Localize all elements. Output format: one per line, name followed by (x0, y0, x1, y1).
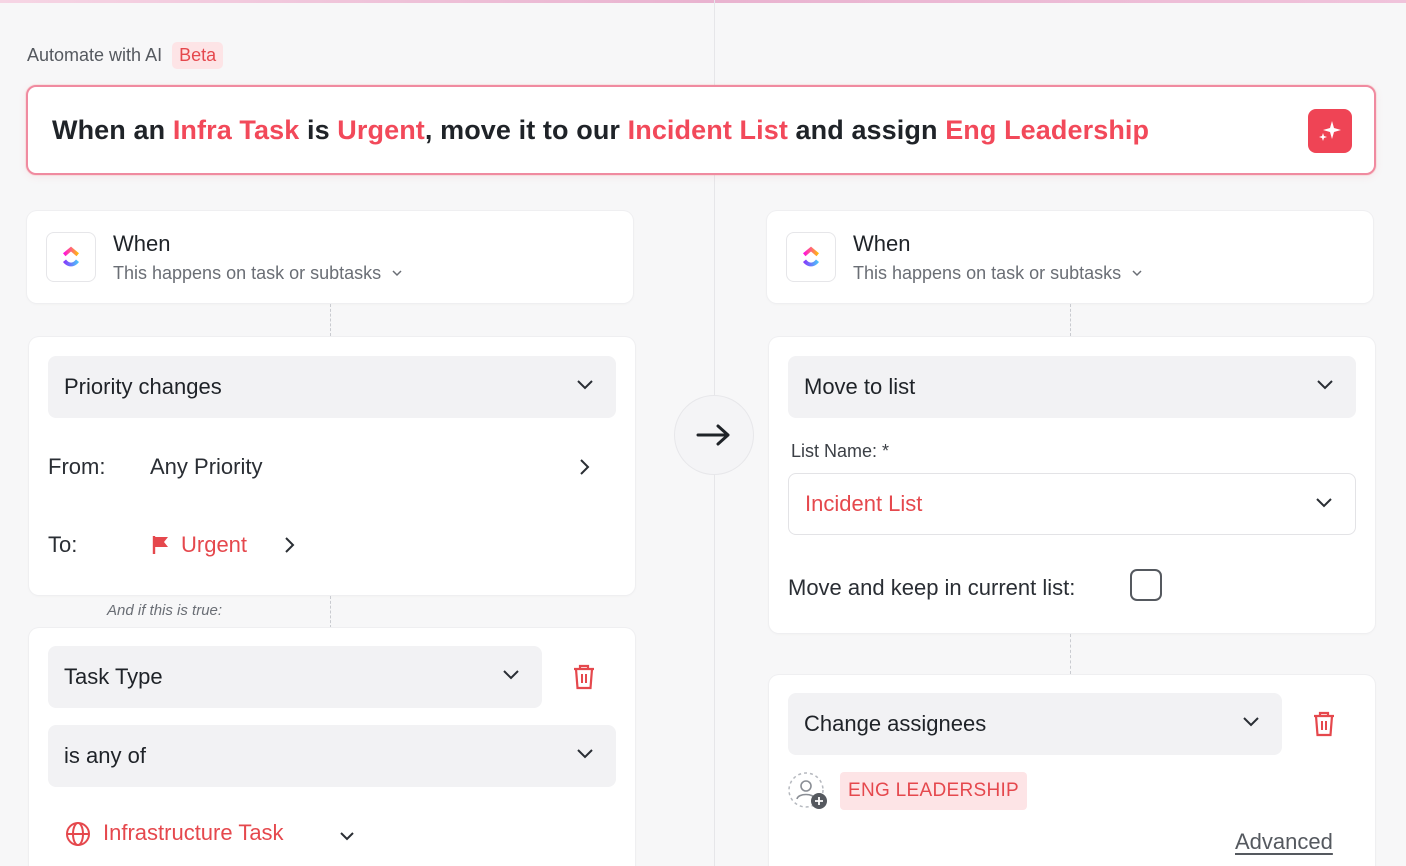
action-type-value: Move to list (804, 374, 916, 399)
chevron-down-icon (503, 670, 519, 680)
condition-value-picker[interactable]: Infrastructure Task (65, 818, 365, 852)
prompt-part: is (299, 114, 338, 145)
flow-connector (1070, 304, 1071, 336)
condition-operator-select[interactable]: is any of (48, 725, 616, 787)
change-assignees-card: Change assignees ENG LEADERSHIP Advanced (769, 675, 1375, 866)
event-type-select[interactable]: Priority changes (48, 356, 616, 418)
top-accent-bar (0, 0, 1406, 3)
chevron-right-icon (580, 459, 590, 475)
to-priority-value: Urgent (181, 532, 248, 557)
list-name-label: List Name: * (791, 441, 890, 461)
advanced-link[interactable]: Advanced (1235, 829, 1333, 855)
list-name-select[interactable]: Incident List (788, 473, 1356, 535)
chevron-down-icon (392, 270, 402, 277)
add-assignee-button[interactable] (787, 771, 831, 816)
prompt-highlight-priority: Urgent (337, 114, 425, 145)
left-condition-card: Task Type is any of Infrastructure Task (29, 628, 635, 866)
clickup-logo-icon (803, 246, 819, 267)
from-priority-picker[interactable]: Any Priority (150, 447, 600, 485)
trigger-scope-dropdown[interactable]: This happens on task or subtasks (113, 263, 403, 284)
flow-connector (1070, 634, 1071, 674)
chevron-down-icon (1132, 270, 1142, 277)
trigger-title: When (113, 230, 171, 256)
flow-arrow (674, 395, 754, 475)
trigger-scope-label: This happens on task or subtasks (853, 262, 1122, 283)
from-priority-value: Any Priority (150, 454, 263, 479)
trigger-title: When (853, 230, 911, 256)
add-user-icon (788, 772, 827, 809)
ai-header-title: Automate with AI (27, 44, 163, 65)
condition-field-select[interactable]: Task Type (48, 646, 542, 708)
move-to-list-card: Move to list List Name: * Incident List … (769, 337, 1375, 633)
generate-ai-button[interactable] (1308, 109, 1352, 153)
globe-icon (66, 822, 90, 846)
clickup-logo (786, 232, 836, 282)
clickup-logo-icon (63, 246, 79, 267)
to-priority-picker[interactable]: Urgent (150, 525, 310, 563)
keep-in-list-label: Move and keep in current list: (788, 575, 1076, 600)
chevron-down-icon (1243, 717, 1259, 727)
condition-value: Infrastructure Task (103, 820, 284, 845)
condition-operator-value: is any of (64, 743, 146, 768)
clickup-logo (46, 232, 96, 282)
prompt-highlight-task: Infra Task (172, 114, 300, 145)
flow-connector (330, 596, 331, 628)
chevron-down-icon (1316, 498, 1332, 508)
from-label: From: (48, 454, 106, 479)
action-type-select[interactable]: Move to list (788, 356, 1356, 418)
trigger-scope-label: This happens on task or subtasks (113, 262, 382, 283)
prompt-part: , move it to our (424, 114, 628, 145)
trigger-scope-dropdown[interactable]: This happens on task or subtasks (853, 263, 1143, 284)
chevron-down-icon (577, 749, 593, 759)
flow-connector (330, 304, 331, 336)
trash-icon (574, 664, 594, 690)
prompt-highlight-list: Incident List (627, 114, 788, 145)
delete-condition-button[interactable] (572, 664, 596, 695)
beta-badge: Beta (172, 41, 224, 69)
chevron-down-icon (1317, 380, 1333, 390)
chevron-down-icon (577, 380, 593, 390)
assignee-tag[interactable]: ENG LEADERSHIP (840, 772, 1028, 810)
ai-prompt-text[interactable]: When an Infra Task is Urgent, move it to… (52, 115, 1149, 146)
right-trigger-card[interactable]: When This happens on task or subtasks (767, 211, 1373, 303)
sparkle-icon (1319, 121, 1341, 141)
action-type-select[interactable]: Change assignees (788, 693, 1282, 755)
flag-icon (152, 536, 168, 554)
left-trigger-card[interactable]: When This happens on task or subtasks (27, 211, 633, 303)
prompt-part: When an (52, 114, 173, 145)
trash-icon (1314, 711, 1334, 737)
action-type-value: Change assignees (804, 711, 987, 736)
event-type-value: Priority changes (64, 374, 222, 399)
list-name-value: Incident List (805, 491, 923, 516)
chevron-down-icon (340, 832, 354, 841)
left-event-card: Priority changes From: Any Priority To: … (29, 337, 635, 595)
chevron-right-icon (285, 537, 295, 553)
arrow-right-icon (696, 424, 730, 446)
prompt-highlight-assignee: Eng Leadership (945, 114, 1150, 145)
keep-in-list-checkbox[interactable] (1130, 569, 1162, 601)
condition-field-value: Task Type (64, 664, 163, 689)
to-label: To: (48, 532, 78, 557)
condition-label: And if this is true: (107, 602, 223, 619)
ai-header: Automate with AI Beta (27, 40, 224, 70)
prompt-part: and assign (787, 114, 946, 145)
ai-prompt-box[interactable]: When an Infra Task is Urgent, move it to… (26, 85, 1376, 175)
delete-action-button[interactable] (1312, 711, 1336, 742)
